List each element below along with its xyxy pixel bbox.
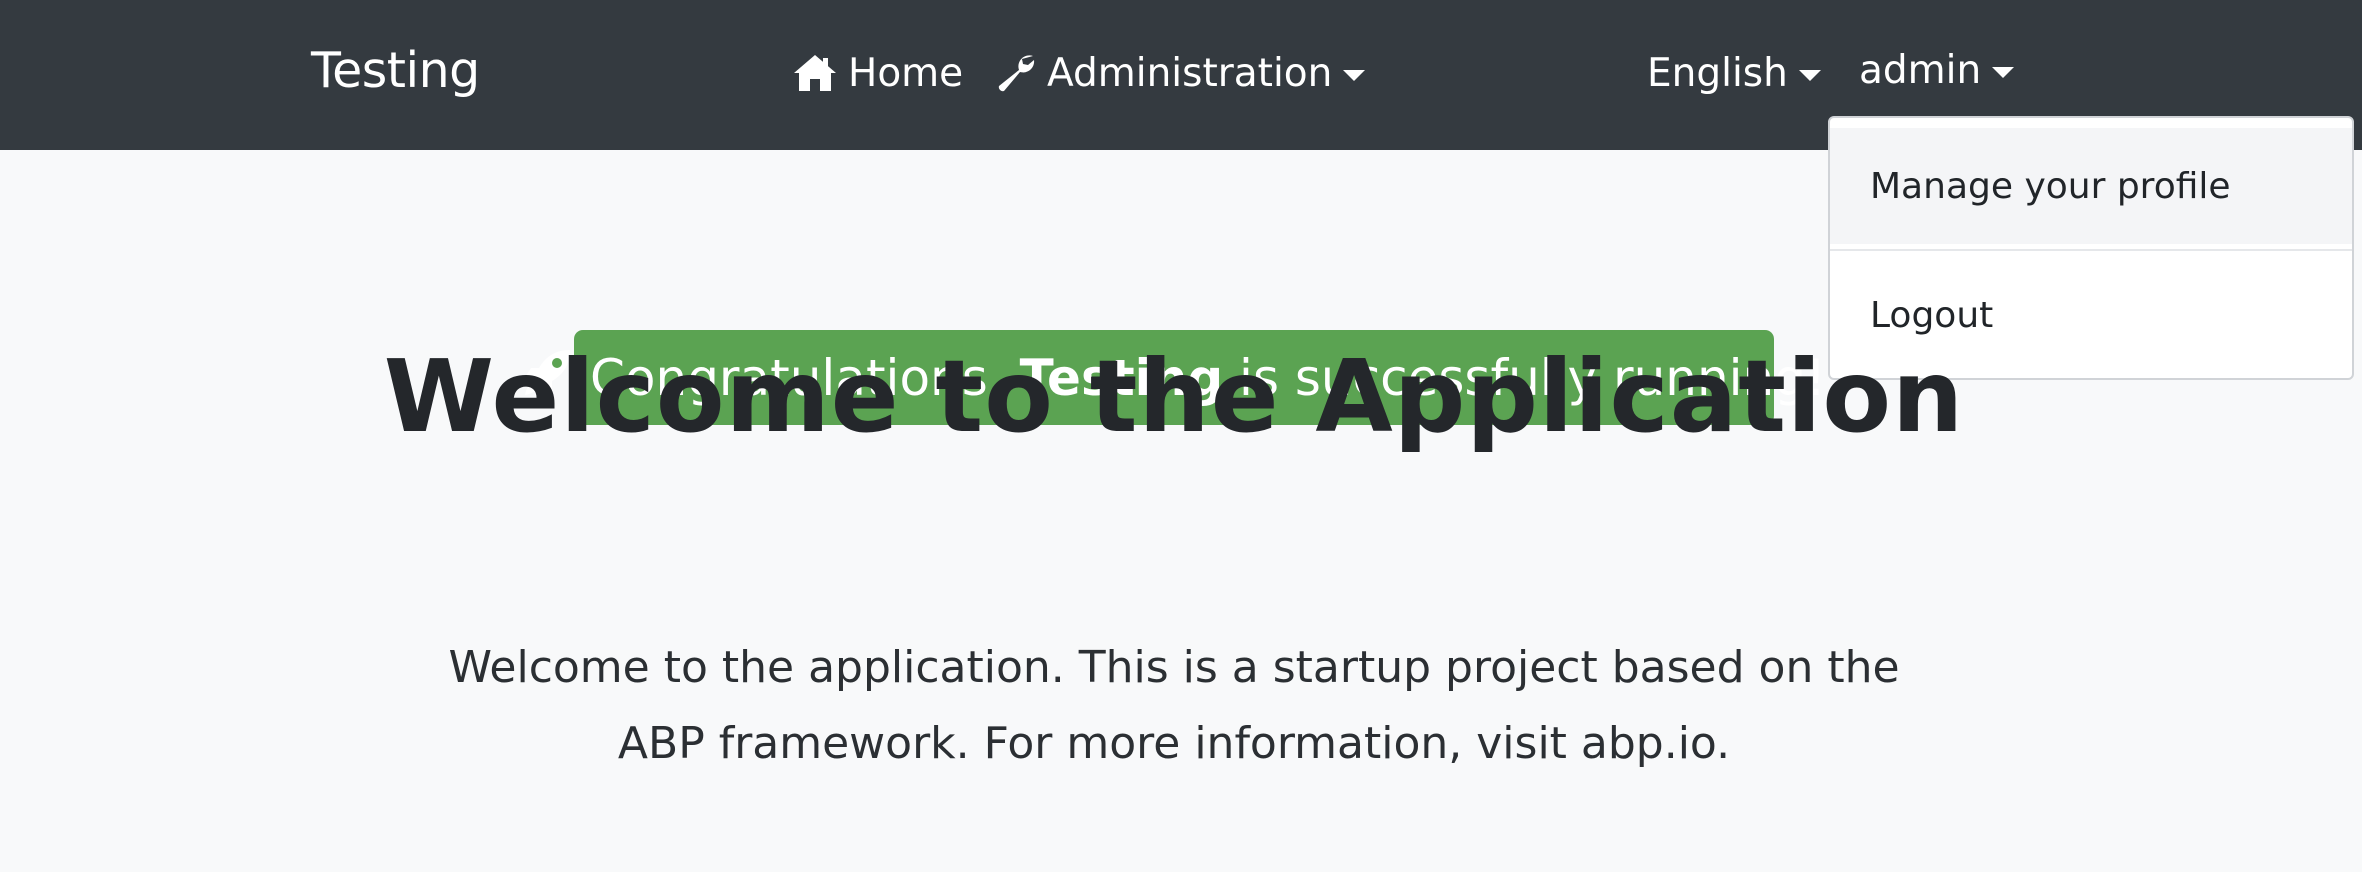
lead-line-2: ABP framework. For more information, vis… bbox=[617, 718, 1731, 769]
nav-administration-dropdown[interactable]: Administration bbox=[995, 48, 1366, 98]
lead-paragraph: Welcome to the application. This is a st… bbox=[440, 630, 1908, 782]
nav-home-link[interactable]: Home bbox=[792, 48, 963, 98]
manage-profile-label: Manage your profile bbox=[1870, 165, 2231, 207]
home-icon bbox=[792, 53, 838, 93]
user-dropdown[interactable]: admin bbox=[1859, 45, 2015, 95]
brand-link[interactable]: Testing bbox=[311, 42, 480, 99]
chevron-down-icon bbox=[1798, 69, 1821, 81]
wrench-icon bbox=[995, 52, 1037, 94]
language-dropdown[interactable]: English bbox=[1647, 48, 1821, 98]
nav-administration-label: Administration bbox=[1047, 50, 1333, 96]
chevron-down-icon bbox=[1992, 66, 2015, 78]
chevron-down-icon bbox=[1343, 69, 1366, 81]
page-title: Welcome to the Application bbox=[383, 338, 1965, 455]
menu-divider bbox=[1830, 249, 2352, 251]
language-label: English bbox=[1647, 50, 1788, 96]
lead-line-1: Welcome to the application. This is a st… bbox=[448, 642, 1900, 693]
manage-profile-menu-item[interactable]: Manage your profile bbox=[1830, 128, 2352, 244]
logout-label: Logout bbox=[1870, 294, 1994, 336]
user-label: admin bbox=[1859, 47, 1982, 93]
nav-home-label: Home bbox=[848, 50, 964, 96]
